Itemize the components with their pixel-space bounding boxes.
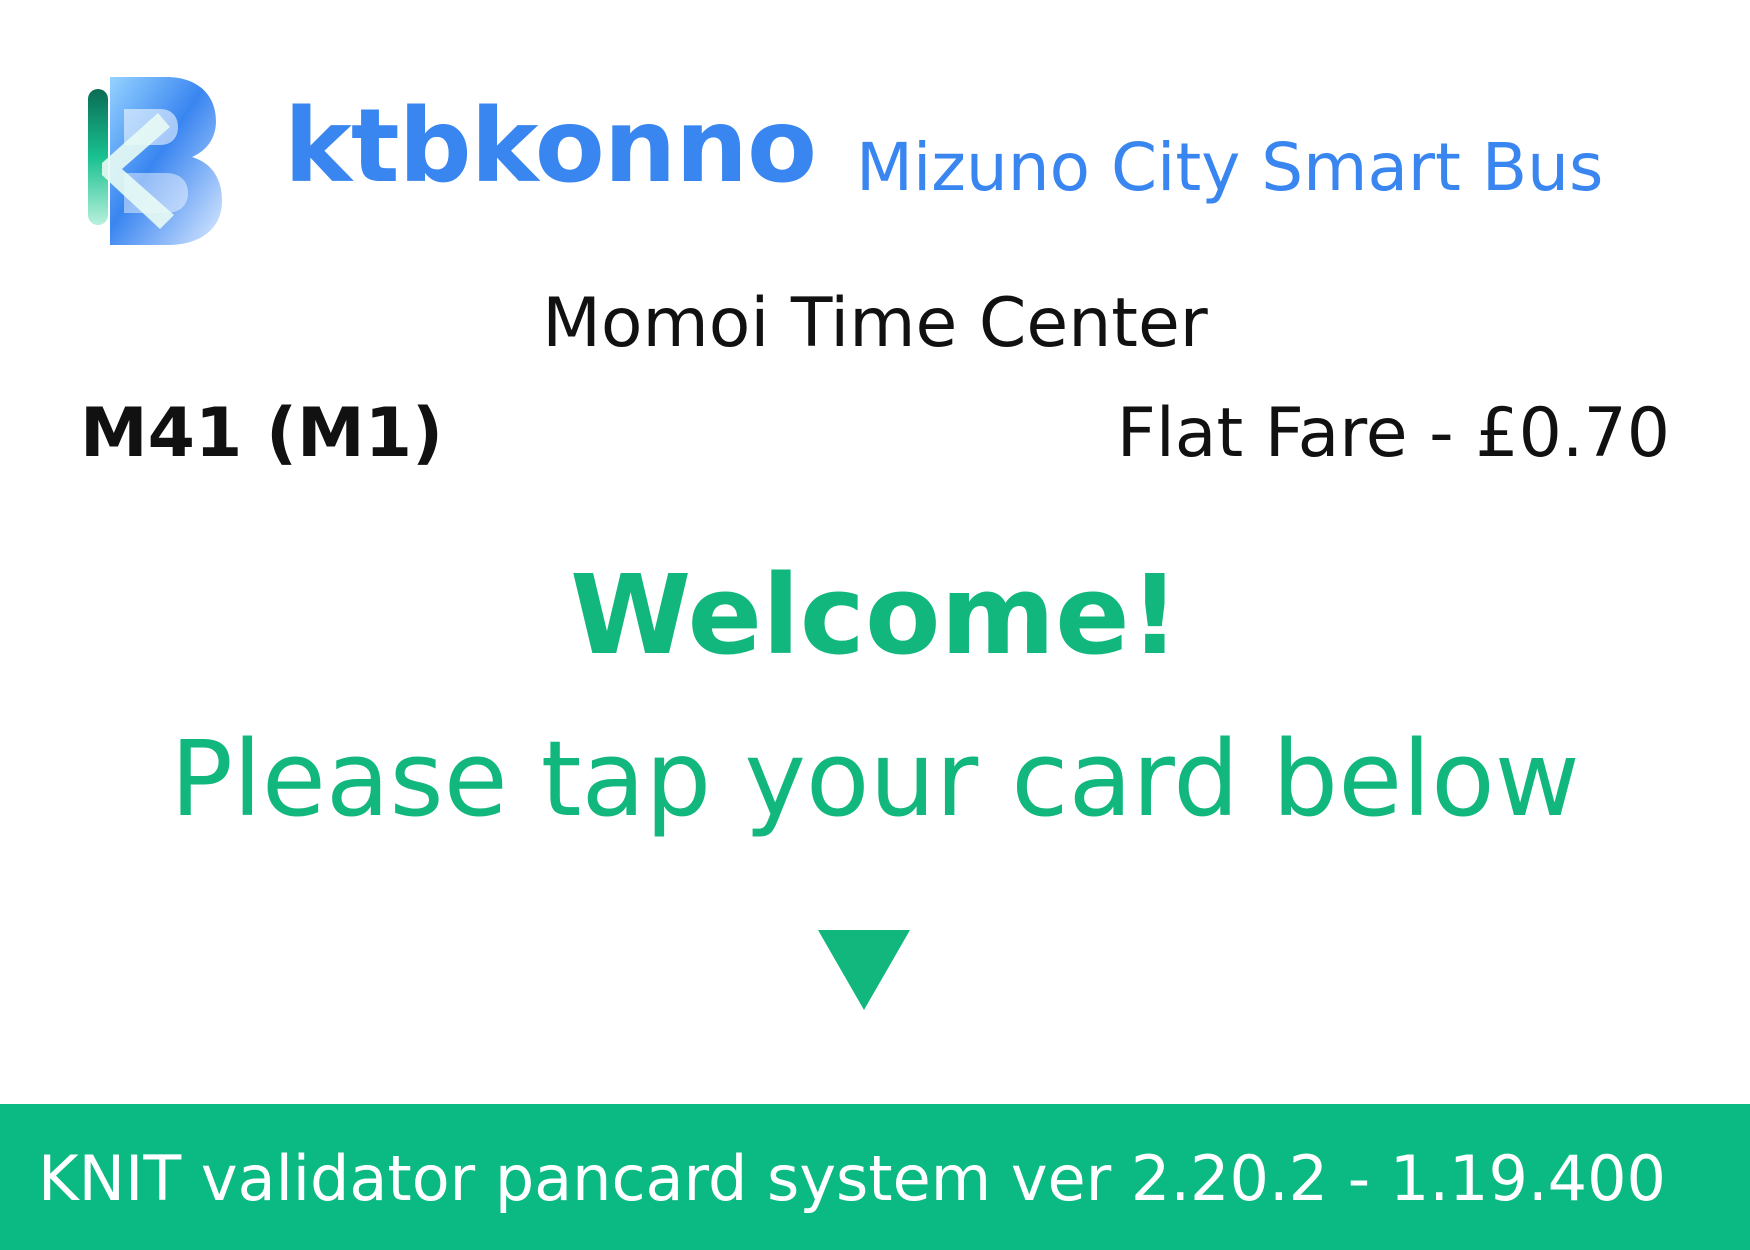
route-number: M41 (M1) [80,394,444,473]
tap-card-instruction: Please tap your card below [170,718,1580,840]
footer-bar: KNIT validator pancard system ver 2.20.2… [0,1104,1750,1250]
brand-name: ktbkonno [284,87,817,206]
ktbkonno-b-logo-icon [88,77,222,245]
system-version-text: KNIT validator pancard system ver 2.20.2… [38,1142,1666,1215]
down-triangle-icon [818,930,910,1010]
brand-subtitle: Mizuno City Smart Bus [856,129,1604,206]
validator-screen: ktbkonno Mizuno City Smart Bus Momoi Tim… [0,0,1750,1250]
welcome-heading: Welcome! [570,551,1180,679]
stop-name: Momoi Time Center [542,284,1208,363]
fare-info: Flat Fare - £0.70 [1116,394,1670,473]
